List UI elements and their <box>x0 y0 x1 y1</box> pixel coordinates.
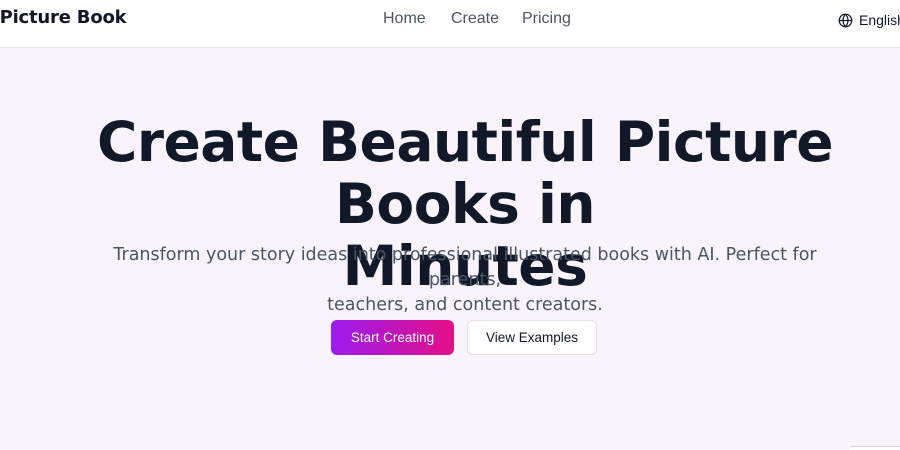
nav-link-home[interactable]: Home <box>383 10 426 28</box>
language-label: English <box>859 12 900 28</box>
top-navbar: y Picture Book Home Create Pricing Engli… <box>0 0 900 48</box>
floating-widget-edge <box>850 446 900 450</box>
hero-subtitle-line-2: teachers, and content creators. <box>327 295 603 315</box>
globe-icon <box>838 13 853 28</box>
hero-section: Create Beautiful Picture Books in Minute… <box>0 48 900 450</box>
nav-link-create[interactable]: Create <box>451 10 499 28</box>
hero-subtitle: Transform your story ideas into professi… <box>80 243 850 318</box>
brand-logo-text[interactable]: y Picture Book <box>0 7 127 28</box>
nav-link-pricing[interactable]: Pricing <box>522 10 571 28</box>
hero-subtitle-line-1: Transform your story ideas into professi… <box>113 245 817 290</box>
start-creating-button[interactable]: Start Creating <box>331 320 454 355</box>
language-selector[interactable]: English <box>838 10 900 30</box>
view-examples-button[interactable]: View Examples <box>467 320 597 355</box>
hero-title-line-1: Create Beautiful Picture Books in <box>96 110 834 236</box>
